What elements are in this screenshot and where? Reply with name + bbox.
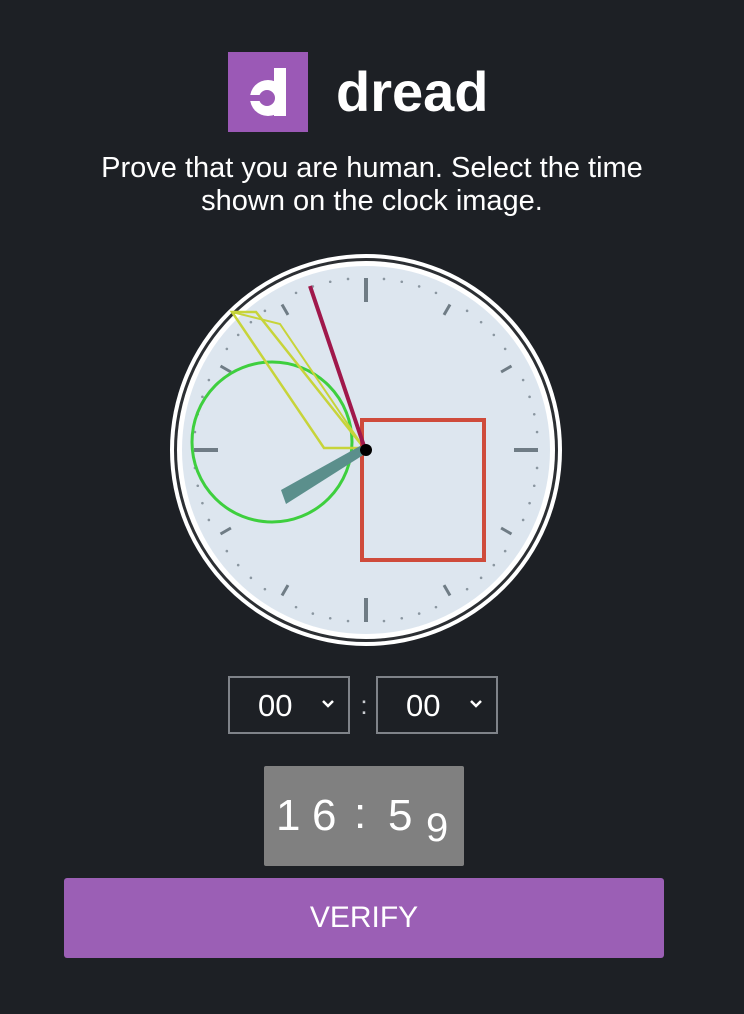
minute-dot	[236, 333, 240, 337]
instruction-line-1: Prove that you are human. Select the tim…	[101, 152, 643, 184]
minutes-select-value: 00	[406, 688, 441, 723]
chevron-down-icon	[320, 696, 336, 717]
minute-dot	[207, 378, 211, 382]
clock-image	[168, 252, 564, 648]
minute-dot	[532, 412, 536, 416]
verify-button[interactable]: VERIFY	[64, 878, 664, 958]
minute-dot	[225, 347, 229, 351]
minute-dot	[434, 291, 438, 295]
minute-dot	[346, 619, 350, 623]
captcha-char: 5	[388, 791, 413, 840]
captcha-char: 1	[276, 791, 301, 840]
minute-dot	[479, 320, 483, 324]
minute-dot	[535, 430, 539, 434]
captcha-page: dread Prove that you are human. Select t…	[0, 0, 744, 1014]
minute-dot	[521, 518, 525, 522]
minute-dot	[503, 549, 507, 553]
minute-dot	[328, 280, 332, 284]
minute-dot	[382, 619, 386, 623]
minute-dot	[417, 612, 421, 615]
minute-dot	[263, 309, 267, 313]
minute-dot	[492, 333, 496, 337]
minute-dot	[294, 605, 298, 609]
minute-dot	[521, 378, 525, 382]
minute-dot	[236, 563, 240, 567]
minute-dot	[479, 576, 483, 580]
minute-dot	[311, 612, 315, 615]
hours-select-value: 00	[258, 688, 293, 723]
dread-logo	[228, 52, 308, 132]
minute-dot	[400, 616, 404, 620]
minute-dot	[196, 484, 200, 488]
clock-center-pin	[360, 444, 372, 456]
instruction-text: Prove that you are human. Select the tim…	[0, 152, 744, 218]
minute-dot	[328, 616, 332, 620]
minute-dot	[528, 395, 531, 399]
minute-dot	[532, 484, 536, 488]
instruction-line-2: shown on the clock image.	[201, 185, 543, 217]
minute-dot	[346, 277, 350, 281]
chevron-down-icon	[468, 696, 484, 717]
minute-dot	[465, 309, 469, 313]
minute-dot	[400, 280, 404, 284]
minute-dot	[503, 347, 507, 351]
minute-dot	[201, 501, 204, 505]
time-selector: 00 : 00	[228, 676, 500, 736]
minute-dot	[434, 605, 438, 609]
minute-dot	[465, 587, 469, 591]
minute-dot	[225, 549, 229, 553]
captcha-char: :	[354, 789, 367, 838]
minute-dot	[382, 277, 386, 281]
minutes-select[interactable]: 00	[376, 676, 498, 734]
minute-dot	[492, 563, 496, 567]
captcha-char: 6	[312, 791, 337, 840]
minute-dot	[528, 501, 531, 505]
minute-dot	[201, 395, 204, 399]
minute-dot	[535, 466, 539, 470]
minute-dot	[294, 291, 298, 295]
hours-select[interactable]: 00	[228, 676, 350, 734]
minute-dot	[263, 587, 267, 591]
captcha-image: 1 6 : 5 9	[264, 766, 464, 866]
minute-dot	[249, 320, 253, 324]
brand-name: dread	[336, 60, 489, 123]
minute-dot	[417, 285, 421, 288]
minute-dot	[207, 518, 211, 522]
captcha-char: 9	[426, 806, 449, 850]
minute-dot	[249, 576, 253, 580]
time-separator: :	[360, 690, 368, 720]
